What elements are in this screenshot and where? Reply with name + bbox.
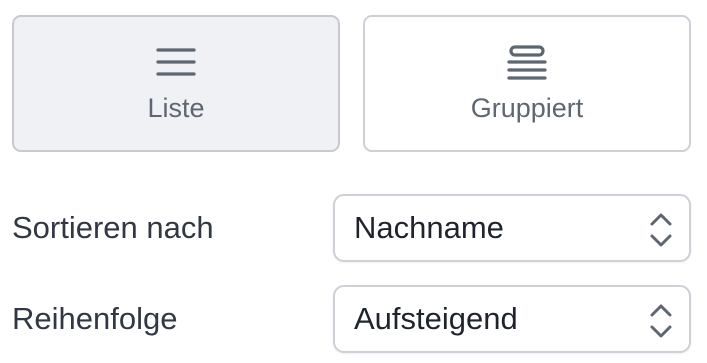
- list-lines-icon: [156, 48, 196, 76]
- up-down-chevron-icon: [650, 304, 672, 338]
- order-label: Reihenfolge: [12, 301, 178, 336]
- list-view-label: Liste: [147, 93, 205, 123]
- sort-by-label: Sortieren nach: [12, 210, 214, 245]
- sort-by-value: Nachname: [354, 210, 504, 245]
- list-view-button[interactable]: Liste: [12, 15, 340, 152]
- order-value: Aufsteigend: [354, 301, 518, 336]
- sort-by-select[interactable]: Nachname: [333, 194, 691, 262]
- grouped-view-button[interactable]: Gruppiert: [363, 15, 691, 152]
- grouped-list-icon: [507, 45, 547, 80]
- up-down-chevron-icon: [650, 213, 672, 247]
- order-select[interactable]: Aufsteigend: [333, 285, 691, 353]
- grouped-view-label: Gruppiert: [470, 93, 584, 123]
